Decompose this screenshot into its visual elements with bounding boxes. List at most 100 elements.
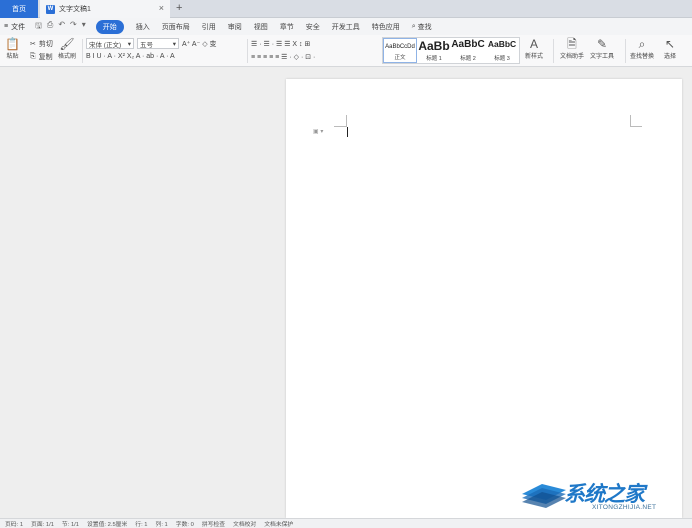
scissors-icon: ✂ <box>30 40 36 48</box>
select-button[interactable]: ↖ 选择 <box>664 37 676 65</box>
cut-label: 剪切 <box>38 40 53 48</box>
style-heading-2[interactable]: AaBbC 标题 2 <box>451 38 485 63</box>
text-assistant-button[interactable]: 🗎 文档助手 <box>560 37 584 65</box>
search-label: 查找 <box>417 23 432 31</box>
copy-icon: ⎘ <box>30 52 36 60</box>
style-normal[interactable]: AaBbCcDd 正文 <box>383 38 417 63</box>
new-tab-button[interactable]: + <box>176 2 182 14</box>
font-format-tools-glyphs: B I U · A · X² X₂ A · ab · A · A <box>86 53 175 60</box>
style-name: 标题 1 <box>426 56 442 62</box>
print-icon[interactable]: ⎙ <box>47 20 53 34</box>
status-section: 节: 1/1 <box>61 522 79 528</box>
quick-access-toolbar: 🖫 ⎙ ↶ ↷ ▾ <box>35 20 86 34</box>
style-heading-1[interactable]: AaBb 标题 1 <box>417 38 451 63</box>
margin-corner-mark <box>630 115 631 127</box>
text-cursor <box>347 127 348 137</box>
tab-security[interactable]: 安全 <box>306 22 320 32</box>
hamburger-icon: ≡ <box>4 23 9 30</box>
status-line: 行: 1 <box>135 522 148 528</box>
site-watermark: 系统之家 XITONGZHIJIA.NET <box>520 478 690 516</box>
copy-button[interactable]: ⎘ 复制 <box>30 50 53 63</box>
style-preview: AaBb <box>418 39 450 53</box>
tab-page-layout[interactable]: 页面布局 <box>162 22 190 32</box>
find-replace-label: 查找替换 <box>630 54 655 60</box>
style-heading-3[interactable]: AaBbC 标题 3 <box>485 38 519 63</box>
ribbon-toolbar: 📋 粘贴 ✂ 剪切 ⎘ 复制 🖌 格式刷 宋体 (正文) ▾ 五号 ▾ A⁺ A… <box>0 35 692 67</box>
file-menu[interactable]: ≡ 文件 <box>4 22 25 32</box>
tab-developer[interactable]: 开发工具 <box>332 22 360 32</box>
tab-special[interactable]: 特色应用 <box>372 22 400 32</box>
home-tab[interactable]: 首页 <box>0 0 38 18</box>
status-bar: 页码: 1 页面: 1/1 节: 1/1 设置值: 2.5厘米 行: 1 列: … <box>0 518 692 528</box>
style-preview: AaBbC <box>451 39 485 50</box>
format-painter-icon: 🖌 <box>59 37 75 51</box>
search-button[interactable]: ⌕ 查找 <box>412 22 432 32</box>
menu-bar: ≡ 文件 🖫 ⎙ ↶ ↷ ▾ 开始 插入 页面布局 引用 审阅 视图 章节 安全… <box>0 18 692 35</box>
tab-review[interactable]: 审阅 <box>228 22 242 32</box>
paste-icon: 📋 <box>5 37 20 51</box>
copy-label: 复制 <box>38 53 53 61</box>
document-page[interactable]: ▣ ▾ <box>286 79 682 518</box>
status-protection[interactable]: 文档未保护 <box>264 519 293 528</box>
format-painter-label: 格式刷 <box>58 54 77 60</box>
document-tab[interactable]: W 文字文稿1 × <box>40 0 170 18</box>
status-page-number: 页码: 1 <box>5 522 24 528</box>
file-menu-label: 文件 <box>11 23 26 31</box>
tab-insert[interactable]: 插入 <box>136 22 150 32</box>
text-tools-label: 文字工具 <box>590 54 615 60</box>
list-tools-glyphs: ☰ · ☰ · ☰ ☰ X ↕ ⊞ <box>251 40 311 48</box>
divider <box>247 39 248 63</box>
font-size-select[interactable]: 五号 ▾ <box>137 38 179 49</box>
new-style-button[interactable]: A 新样式 <box>525 37 543 65</box>
font-format-tools[interactable]: B I U · A · X² X₂ A · ab · A · A <box>86 50 246 63</box>
wps-writer-icon: W <box>46 4 55 14</box>
style-preview: AaBbC <box>487 39 517 49</box>
customize-dropdown-icon[interactable]: ▾ <box>82 20 86 34</box>
tab-home[interactable]: 开始 <box>95 19 124 34</box>
text-assistant-label: 文档助手 <box>560 54 585 60</box>
text-tools-button[interactable]: ✎ 文字工具 <box>590 37 614 65</box>
tab-section[interactable]: 章节 <box>280 22 294 32</box>
watermark-logo-icon <box>522 484 566 508</box>
save-icon[interactable]: 🖫 <box>35 20 42 34</box>
magnifier-icon: ⌕ <box>638 37 646 51</box>
find-replace-button[interactable]: ⌕ 查找替换 <box>630 37 654 65</box>
font-name-select[interactable]: 宋体 (正文) ▾ <box>86 38 134 49</box>
status-proofread[interactable]: 文档校对 <box>233 519 256 528</box>
alignment-tools[interactable]: ≡ ≡ ≡ ≡ ≡ ☰ · ◇ · ⊡ · <box>251 50 377 63</box>
redo-icon[interactable]: ↷ <box>70 20 77 34</box>
cut-button[interactable]: ✂ 剪切 <box>30 37 53 50</box>
list-tools[interactable]: ☰ · ☰ · ☰ ☰ X ↕ ⊞ <box>251 37 377 50</box>
document-assistant-icon: 🗎 <box>567 37 577 51</box>
new-style-label: 新样式 <box>525 54 544 60</box>
paste-button[interactable]: 📋 粘贴 <box>5 37 20 65</box>
style-gallery: AaBbCcDd 正文 AaBb 标题 1 AaBbC 标题 2 AaBbC 标… <box>382 37 520 64</box>
font-size-tools[interactable]: A⁺ A⁻ ◇ 变 <box>182 39 217 49</box>
chevron-down-icon: ▾ <box>127 40 131 48</box>
search-icon: ⌕ <box>411 22 416 30</box>
margin-corner-mark <box>334 126 346 127</box>
margin-corner-mark <box>346 115 347 127</box>
style-name: 标题 2 <box>460 56 476 62</box>
document-tab-label: 文字文稿1 <box>59 6 91 13</box>
alignment-tools-glyphs: ≡ ≡ ≡ ≡ ≡ ☰ · ◇ · ⊡ · <box>251 53 316 61</box>
style-name: 标题 3 <box>494 56 510 62</box>
wrench-icon: ✎ <box>596 37 608 51</box>
select-label: 选择 <box>664 54 677 60</box>
paragraph-handle-icon[interactable]: ▣ ▾ <box>313 128 323 135</box>
format-painter-button[interactable]: 🖌 格式刷 <box>58 37 76 65</box>
cursor-arrow-icon: ↖ <box>664 37 676 51</box>
status-word-count[interactable]: 字数: 0 <box>176 519 194 528</box>
new-style-icon: A <box>530 37 539 51</box>
tab-references[interactable]: 引用 <box>202 22 216 32</box>
status-pages: 页面: 1/1 <box>31 522 54 528</box>
font-size-value: 五号 <box>140 41 153 49</box>
status-spell-check[interactable]: 拼写检查 <box>202 519 225 528</box>
tab-view[interactable]: 视图 <box>254 22 268 32</box>
undo-icon[interactable]: ↶ <box>58 20 65 34</box>
chevron-down-icon: ▾ <box>172 40 176 48</box>
title-bar: 首页 W 文字文稿1 × + <box>0 0 692 18</box>
close-tab-icon[interactable]: × <box>159 3 164 13</box>
divider <box>553 39 554 63</box>
paste-label: 粘贴 <box>6 54 19 60</box>
